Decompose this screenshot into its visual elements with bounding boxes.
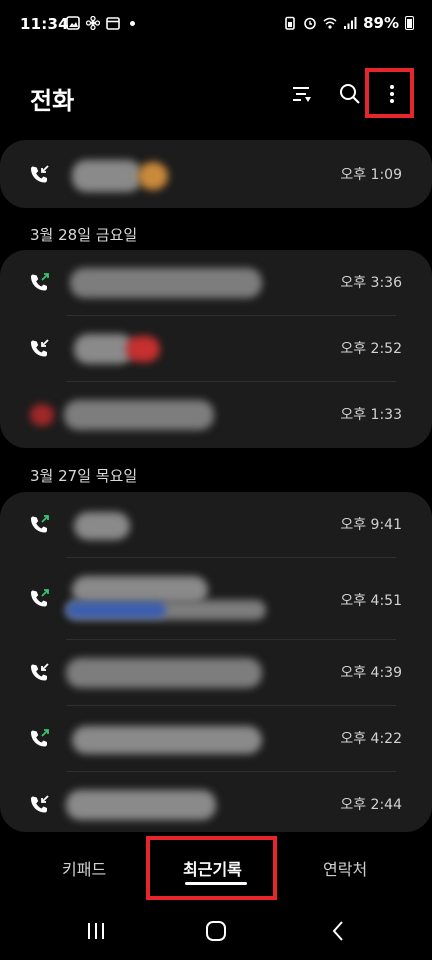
home-icon — [206, 921, 226, 941]
call-row[interactable]: 오후 1:09 — [0, 142, 432, 208]
alarm-icon — [304, 17, 316, 30]
notification-icons — [66, 16, 135, 30]
contact-name-blurred — [72, 726, 262, 754]
contact-name-blurred — [74, 512, 130, 540]
outgoing-call-icon — [31, 729, 49, 747]
page-title: 전화 — [30, 87, 75, 115]
tab-contacts[interactable]: 연락처 — [323, 856, 367, 880]
system-icons: 89% — [283, 14, 414, 32]
contact-avatar-blurred — [138, 162, 168, 190]
pinwheel-icon — [86, 16, 100, 30]
filter-button[interactable] — [282, 74, 322, 114]
signal-icon — [344, 17, 357, 29]
battery-icon — [405, 16, 414, 30]
battery-saver-icon — [285, 16, 295, 30]
search-icon — [340, 84, 360, 104]
call-time: 오후 4:51 — [340, 593, 402, 609]
call-card-mar28: 오후 3:36 오후 2:52 오후 1:33 — [0, 250, 432, 448]
call-row[interactable]: 오후 9:41 — [0, 492, 432, 558]
highlight-box-more — [365, 68, 414, 118]
system-nav-bar — [0, 900, 432, 960]
contact-avatar-blurred — [30, 404, 54, 426]
status-time: 11:34 — [20, 15, 69, 33]
outgoing-call-icon — [31, 589, 49, 607]
call-row[interactable]: 오후 4:51 — [0, 558, 432, 640]
contact-name-blurred — [72, 160, 142, 192]
call-time: 오후 9:41 — [340, 517, 402, 533]
call-time: 오후 1:33 — [340, 407, 402, 423]
call-row[interactable]: 오후 2:52 — [0, 316, 432, 382]
back-icon — [332, 921, 343, 941]
call-time: 오후 2:52 — [340, 341, 402, 357]
incoming-call-icon — [31, 663, 49, 681]
wifi-icon — [323, 17, 337, 29]
contact-name-blurred — [70, 268, 262, 298]
outgoing-call-icon — [31, 273, 49, 291]
gallery-icon — [66, 16, 80, 30]
incoming-call-icon — [31, 165, 49, 183]
status-bar: 11:34 89% — [0, 0, 432, 50]
call-time: 오후 1:09 — [340, 167, 402, 183]
contact-name-blurred — [74, 334, 134, 364]
home-button[interactable] — [196, 916, 236, 946]
call-row[interactable]: 오후 1:33 — [0, 382, 432, 448]
contact-avatar-blurred — [126, 336, 160, 362]
contact-detail-blurred — [66, 602, 166, 618]
highlight-box-recents — [146, 836, 277, 900]
back-button[interactable] — [318, 916, 358, 946]
call-card-top: 오후 1:09 — [0, 140, 432, 208]
battery-percent: 89% — [363, 14, 399, 32]
date-header: 3월 27일 목요일 — [30, 467, 138, 485]
call-time: 오후 3:36 — [340, 275, 402, 291]
call-time: 오후 4:22 — [340, 731, 402, 747]
call-row[interactable]: 오후 4:22 — [0, 706, 432, 772]
contact-name-blurred — [64, 400, 214, 430]
contact-name-blurred — [66, 790, 216, 820]
recent-apps-button[interactable] — [76, 916, 116, 946]
outgoing-call-icon — [31, 515, 49, 533]
call-row[interactable]: 오후 2:44 — [0, 772, 432, 838]
incoming-call-icon — [31, 339, 49, 357]
call-row[interactable]: 오후 4:39 — [0, 640, 432, 706]
more-notifications-dot — [130, 20, 135, 26]
recent-apps-icon — [88, 923, 104, 939]
call-time: 오후 4:39 — [340, 665, 402, 681]
contact-name-blurred — [66, 658, 262, 688]
date-header: 3월 28일 금요일 — [30, 226, 138, 244]
filter-icon — [293, 87, 311, 102]
calendar-icon — [106, 17, 120, 30]
call-row[interactable]: 오후 3:36 — [0, 250, 432, 316]
search-button[interactable] — [330, 74, 370, 114]
call-time: 오후 2:44 — [340, 797, 402, 813]
call-card-mar27: 오후 9:41 오후 4:51 오후 4:39 오후 4:22 오후 2:44 — [0, 492, 432, 832]
tab-keypad[interactable]: 키패드 — [62, 856, 106, 880]
incoming-call-icon — [31, 795, 49, 813]
